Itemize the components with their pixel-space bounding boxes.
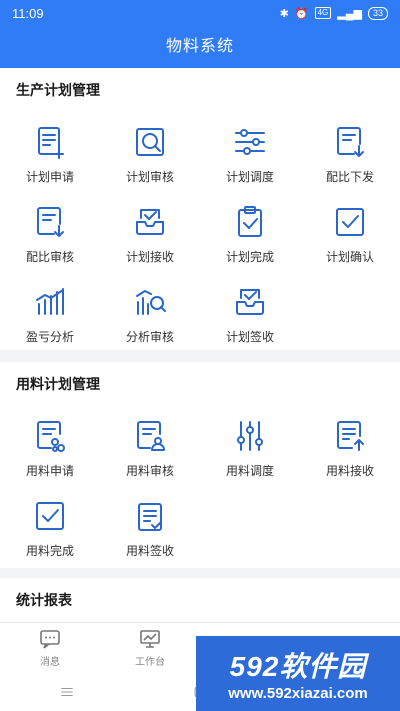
signal-icon: ▂▄▆: [337, 7, 362, 20]
menu-item-label: 计划申请: [25, 170, 74, 184]
menu-item-0-1[interactable]: 计划审核: [100, 112, 200, 192]
menu-item-label: 用料完成: [25, 544, 74, 558]
menu-item-label: 计划确认: [325, 250, 374, 264]
menu-item-0-8[interactable]: 盈亏分析: [0, 272, 100, 352]
menu-item-0-9[interactable]: 分析审核: [100, 272, 200, 352]
checkbox-icon: [336, 208, 364, 236]
menu-item-label: 用料接收: [325, 464, 374, 478]
menu-item-label: 盈亏分析: [25, 330, 74, 344]
checkbox-icon: [36, 502, 64, 530]
menu-item-label: 用料签收: [125, 544, 174, 558]
section-title[interactable]: 统计报表: [0, 578, 400, 622]
menu-item-label: 用料申请: [25, 464, 74, 478]
bar-chart-icon: [36, 288, 64, 315]
menu-item-0-6[interactable]: 计划完成: [200, 192, 300, 272]
menu-item-1-3[interactable]: 用料接收: [300, 406, 400, 486]
clipboard-check-icon: [238, 206, 262, 237]
menu-item-label: 分析审核: [125, 330, 174, 344]
menu-item-label: 计划签收: [225, 330, 274, 344]
doc-download-icon: [337, 127, 364, 157]
doc-upload-icon: [337, 421, 364, 451]
doc-sign-icon: [138, 503, 162, 531]
material-plan-grid: 用料申请 用料审核 用料调度 用料接收用料完成 用料签收: [0, 406, 400, 566]
menu-icon: [61, 687, 73, 696]
alarm-icon: ⏰: [294, 7, 309, 20]
bluetooth-icon: ✱: [279, 7, 289, 20]
menu-item-0-4[interactable]: 配比审核: [0, 192, 100, 272]
watermark-url: www.592xiazai.com: [228, 685, 368, 702]
network-badge: 4G: [314, 7, 332, 19]
section-title: 生产计划管理: [16, 82, 100, 98]
watermark-title: 592软件园: [229, 651, 367, 682]
battery-icon: 33: [367, 6, 388, 20]
inbox-check-icon: [136, 209, 164, 235]
workbench-icon: [140, 630, 160, 648]
status-icons: ✱ ⏰ 4G ▂▄▆ 33: [279, 6, 388, 20]
sliders-vertical-icon: [237, 421, 263, 451]
menu-item-1-0[interactable]: 用料申请: [0, 406, 100, 486]
tab-label: 消息: [40, 657, 60, 668]
menu-item-label: 配比审核: [25, 250, 74, 264]
doc-plus-icon: [38, 127, 64, 159]
section-statistics: 统计报表: [0, 578, 400, 622]
menu-item-1-4[interactable]: 用料完成: [0, 486, 100, 566]
tab-label: 工作台: [135, 657, 165, 668]
menu-item-label: 计划完成: [225, 250, 274, 264]
menu-item-0-2[interactable]: 计划调度: [200, 112, 300, 192]
menu-item-label: 计划接收: [125, 250, 174, 264]
menu-item-0-5[interactable]: 计划接收: [100, 192, 200, 272]
message-icon: [40, 630, 60, 649]
menu-item-0-10[interactable]: 计划签收: [200, 272, 300, 352]
doc-user-icon: [137, 421, 165, 451]
menu-item-1-5[interactable]: 用料签收: [100, 486, 200, 566]
menu-item-label: 用料调度: [225, 464, 274, 478]
menu-item-1-1[interactable]: 用料审核: [100, 406, 200, 486]
page-title: 物料系统: [0, 26, 400, 68]
magnify-doc-icon: [136, 128, 164, 156]
doc-download-icon: [37, 207, 64, 237]
status-time: 11:09: [12, 5, 44, 21]
production-plan-grid: 计划申请 计划审核 计划调度 配比下发配比审核 计划接收 计划完成 计划确认盈亏分析 分析审核…: [0, 112, 400, 352]
status-bar: 11:09 ✱ ⏰ 4G ▂▄▆ 33: [0, 0, 400, 26]
chart-search-icon: [136, 290, 166, 315]
menu-item-label: 配比下发: [325, 170, 374, 184]
tab-messages[interactable]: 消息: [0, 623, 100, 672]
section-title: 用料计划管理: [16, 376, 100, 392]
tab-workbench[interactable]: 工作台: [100, 623, 200, 672]
section-production-plan: 生产计划管理 计划申请 计划审核 计划调度 配比下发配比审核 计划接收 计划完成 计划确认盈…: [0, 68, 400, 350]
menu-item-label: 计划审核: [125, 170, 174, 184]
menu-item-1-2[interactable]: 用料调度: [200, 406, 300, 486]
inbox-check-icon: [236, 289, 264, 315]
sliders-icon: [235, 129, 265, 155]
doc-apply-icon: [37, 421, 65, 452]
menu-nav-button[interactable]: [47, 682, 87, 702]
menu-item-label: 计划调度: [225, 170, 274, 184]
section-material-plan: 用料计划管理 用料申请 用料审核 用料调度 用料接收用料完成 用料签收: [0, 362, 400, 568]
menu-item-0-3[interactable]: 配比下发: [300, 112, 400, 192]
menu-item-label: 用料审核: [125, 464, 174, 478]
menu-item-0-7[interactable]: 计划确认: [300, 192, 400, 272]
watermark-overlay: 592软件园 www.592xiazai.com: [196, 636, 400, 711]
menu-item-0-0[interactable]: 计划申请: [0, 112, 100, 192]
